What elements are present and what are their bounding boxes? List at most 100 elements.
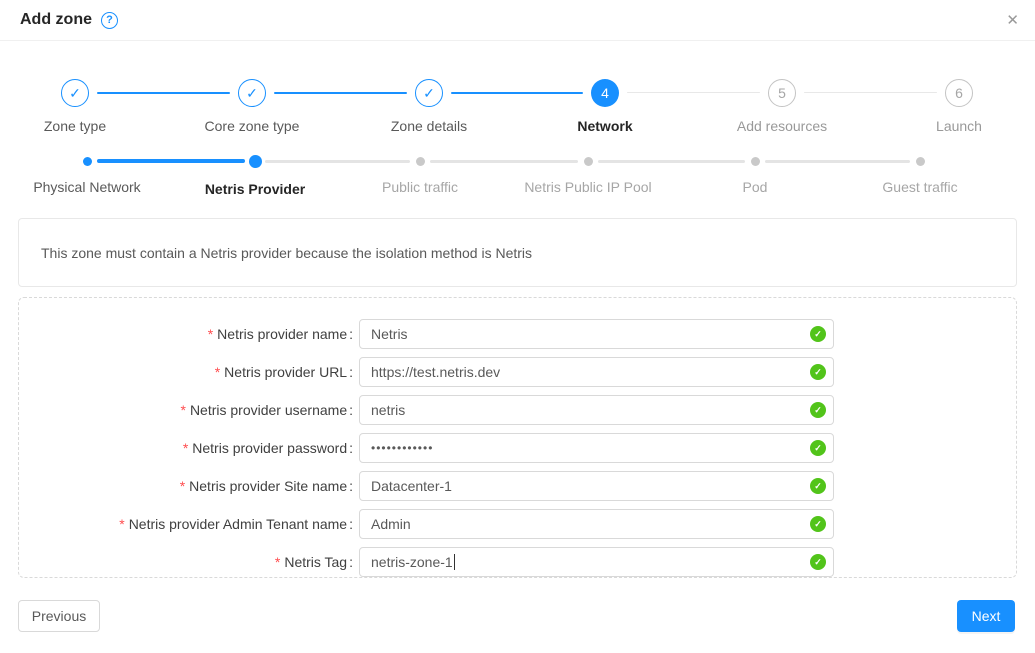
netris-provider-site-name-input[interactable]: Datacenter-1 ✓ [359, 471, 834, 501]
step-connector [627, 92, 760, 93]
valid-check-icon: ✓ [810, 402, 826, 418]
step-number-icon: 4 [591, 79, 619, 107]
substep-connector [265, 160, 410, 163]
valid-check-icon: ✓ [810, 326, 826, 342]
substep-dot [751, 157, 760, 166]
required-mark: * [180, 402, 185, 418]
form-row: *Netris provider Admin Tenant name: Admi… [19, 509, 1016, 539]
substep-dot [416, 157, 425, 166]
step-number-icon: 5 [768, 79, 796, 107]
netris-tag-input[interactable]: netris-zone-1 ✓ [359, 547, 834, 577]
substep-dot [83, 157, 92, 166]
close-icon[interactable]: ✕ [1006, 11, 1019, 29]
step-network: 4 Network [525, 79, 685, 134]
step-label: Zone details [349, 118, 509, 134]
field-label: *Netris provider username: [19, 402, 353, 418]
form-row: *Netris provider password: •••••••••••• … [19, 433, 1016, 463]
step-label: Network [525, 118, 685, 134]
substep-label: Netris Public IP Pool [503, 179, 673, 195]
required-mark: * [119, 516, 124, 532]
modal-header: Add zone ? ✕ [0, 0, 1035, 41]
valid-check-icon: ✓ [810, 516, 826, 532]
step-label: Launch [879, 118, 1035, 134]
step-number-icon: 6 [945, 79, 973, 107]
field-label: *Netris provider URL: [19, 364, 353, 380]
valid-check-icon: ✓ [810, 440, 826, 456]
substep-dot [584, 157, 593, 166]
substep-physical-network: Physical Network [2, 150, 172, 195]
substep-guest-traffic: Guest traffic [835, 150, 1005, 195]
netris-provider-form: *Netris provider name: Netris ✓ *Netris … [18, 297, 1017, 578]
previous-button[interactable]: Previous [18, 600, 100, 632]
input-value: https://test.netris.dev [371, 364, 500, 380]
step-add-resources: 5 Add resources [702, 79, 862, 134]
check-circle-icon: ✓ [415, 79, 443, 107]
valid-check-icon: ✓ [810, 554, 826, 570]
step-zone-type: ✓ Zone type [0, 79, 155, 134]
substep-connector [97, 159, 245, 163]
netris-provider-url-input[interactable]: https://test.netris.dev ✓ [359, 357, 834, 387]
input-value: Netris [371, 326, 408, 342]
field-label: *Netris Tag: [19, 554, 353, 570]
step-label: Zone type [0, 118, 155, 134]
netris-provider-admin-tenant-name-input[interactable]: Admin ✓ [359, 509, 834, 539]
substep-connector [765, 160, 910, 163]
field-label: *Netris provider name: [19, 326, 353, 342]
required-mark: * [208, 326, 213, 342]
input-value: Admin [371, 516, 411, 532]
notice-text: This zone must contain a Netris provider… [41, 245, 532, 261]
step-zone-details: ✓ Zone details [349, 79, 509, 134]
input-value: Datacenter-1 [371, 478, 452, 494]
substep-label: Public traffic [335, 179, 505, 195]
required-mark: * [215, 364, 220, 380]
netris-provider-password-input[interactable]: •••••••••••• ✓ [359, 433, 834, 463]
input-value: netris [371, 402, 405, 418]
input-value: netris-zone-1 [371, 554, 453, 570]
netris-provider-username-input[interactable]: netris ✓ [359, 395, 834, 425]
substep-label: Netris Provider [170, 181, 340, 197]
substep-dot [916, 157, 925, 166]
wizard-steps: ✓ Zone type ✓ Core zone type ✓ Zone deta… [0, 79, 1035, 149]
step-core-zone-type: ✓ Core zone type [172, 79, 332, 134]
step-connector [97, 92, 230, 94]
notice-banner: This zone must contain a Netris provider… [18, 218, 1017, 287]
substep-netris-public-ip-pool: Netris Public IP Pool [503, 150, 673, 195]
valid-check-icon: ✓ [810, 478, 826, 494]
field-label: *Netris provider Site name: [19, 478, 353, 494]
step-connector [274, 92, 407, 94]
substep-label: Pod [670, 179, 840, 195]
valid-check-icon: ✓ [810, 364, 826, 380]
next-button[interactable]: Next [957, 600, 1015, 632]
substep-label: Physical Network [2, 179, 172, 195]
step-label: Core zone type [172, 118, 332, 134]
substep-netris-provider: Netris Provider [170, 150, 340, 197]
required-mark: * [275, 554, 280, 570]
step-connector [804, 92, 937, 93]
step-connector [451, 92, 583, 94]
form-row: *Netris provider username: netris ✓ [19, 395, 1016, 425]
field-label: *Netris provider password: [19, 440, 353, 456]
form-row: *Netris provider Site name: Datacenter-1… [19, 471, 1016, 501]
step-label: Add resources [702, 118, 862, 134]
help-icon[interactable]: ? [101, 12, 118, 29]
field-label: *Netris provider Admin Tenant name: [19, 516, 353, 532]
substep-public-traffic: Public traffic [335, 150, 505, 195]
check-circle-icon: ✓ [61, 79, 89, 107]
input-value-masked: •••••••••••• [371, 441, 433, 455]
required-mark: * [183, 440, 188, 456]
form-row: *Netris provider name: Netris ✓ [19, 319, 1016, 349]
substep-connector [430, 160, 578, 163]
form-row: *Netris provider URL: https://test.netri… [19, 357, 1016, 387]
substep-connector [598, 160, 745, 163]
step-launch: 6 Launch [879, 79, 1035, 134]
substep-dot [249, 155, 262, 168]
substep-pod: Pod [670, 150, 840, 195]
page-title: Add zone [20, 11, 92, 29]
required-mark: * [180, 478, 185, 494]
add-zone-modal: Add zone ? ✕ ✓ Zone type ✓ Core zone typ… [0, 0, 1035, 653]
text-cursor [454, 554, 455, 570]
form-row: *Netris Tag: netris-zone-1 ✓ [19, 547, 1016, 577]
netris-provider-name-input[interactable]: Netris ✓ [359, 319, 834, 349]
substep-label: Guest traffic [835, 179, 1005, 195]
check-circle-icon: ✓ [238, 79, 266, 107]
